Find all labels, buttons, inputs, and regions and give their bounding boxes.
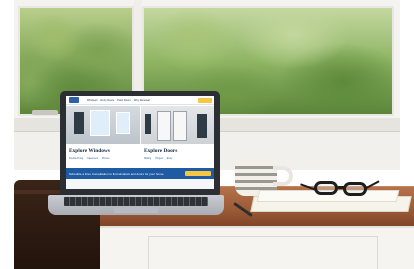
photo-scene: Windows Entry Doors Patio Doors Why Rene… bbox=[0, 0, 414, 269]
desk-drawer-panel bbox=[148, 236, 378, 269]
site-nav-links: Windows Entry Doors Patio Doors Why Rene… bbox=[87, 99, 150, 102]
section-links: Double-Hung Casement Picture bbox=[69, 157, 109, 160]
doors-hero-image[interactable] bbox=[139, 106, 214, 144]
section-link[interactable]: Sliding bbox=[144, 157, 151, 160]
promo-button[interactable] bbox=[185, 171, 211, 176]
laptop-lid: Windows Entry Doors Patio Doors Why Rene… bbox=[60, 91, 220, 195]
mug-stripe bbox=[235, 180, 277, 183]
nav-link[interactable]: Windows bbox=[87, 99, 98, 102]
nav-link[interactable]: Entry Doors bbox=[101, 99, 115, 102]
promo-text: Schedule a Free Consultation to find win… bbox=[69, 171, 165, 176]
section-link[interactable]: Hinged bbox=[155, 157, 163, 160]
laptop-screen: Windows Entry Doors Patio Doors Why Rene… bbox=[66, 96, 214, 189]
glasses-lens bbox=[314, 181, 338, 195]
photo-detail bbox=[196, 114, 207, 138]
site-cta-button[interactable] bbox=[198, 98, 212, 103]
section-link[interactable]: Double-Hung bbox=[69, 157, 83, 160]
mug-stripe bbox=[235, 173, 277, 176]
section-title[interactable]: Explore Doors bbox=[144, 148, 177, 154]
mug-handle bbox=[273, 166, 293, 186]
photo-detail bbox=[144, 114, 151, 134]
section-link[interactable]: Picture bbox=[102, 157, 109, 160]
glasses-lens bbox=[343, 182, 367, 196]
hero-images bbox=[66, 106, 214, 144]
brand-logo-icon[interactable] bbox=[69, 97, 79, 103]
site-footer bbox=[66, 179, 214, 189]
sash-latch bbox=[32, 110, 58, 115]
photo-detail bbox=[74, 112, 84, 134]
photo-door bbox=[156, 111, 171, 141]
section-links: Sliding Hinged Entry bbox=[144, 157, 172, 160]
photo-door bbox=[172, 111, 187, 141]
laptop-trackpad bbox=[114, 207, 158, 213]
photo-window bbox=[90, 110, 110, 136]
section-link[interactable]: Casement bbox=[87, 157, 98, 160]
section-link[interactable]: Entry bbox=[167, 157, 173, 160]
section-title[interactable]: Explore Windows bbox=[69, 148, 110, 154]
mug-stripe bbox=[235, 166, 277, 169]
photo-window bbox=[116, 112, 130, 134]
laptop-keyboard bbox=[64, 197, 208, 206]
promo-bar: Schedule a Free Consultation to find win… bbox=[66, 168, 214, 179]
glasses-bridge bbox=[338, 186, 344, 189]
nav-link[interactable]: Patio Doors bbox=[117, 99, 131, 102]
nav-link[interactable]: Why Renewal bbox=[134, 99, 150, 102]
windows-hero-image[interactable] bbox=[66, 106, 140, 144]
site-nav: Windows Entry Doors Patio Doors Why Rene… bbox=[66, 96, 214, 105]
